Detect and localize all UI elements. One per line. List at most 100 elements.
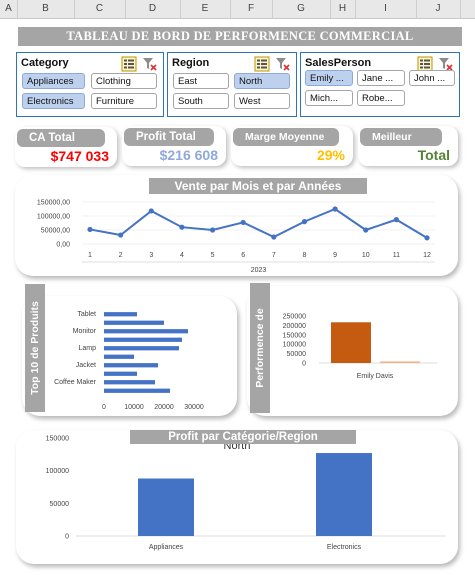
top10-chart-panel[interactable]: Tablet Monitor Lamp Jacket Coffee Maker 0 1000… xyxy=(22,284,237,416)
category-slicer[interactable]: Category Appliances Clothing Electronics… xyxy=(16,52,164,117)
top10-chart-title: Top 10 de Produits xyxy=(29,301,41,395)
top10-bar xyxy=(104,337,182,342)
column-header-d[interactable]: D xyxy=(125,0,181,18)
slicer-item-west[interactable]: West xyxy=(234,93,290,109)
perf-y-tick-label: 100000 xyxy=(283,342,306,349)
top10-bar xyxy=(104,329,188,334)
slicer-item-east[interactable]: East xyxy=(173,73,229,89)
kpi-profit-total-value: $216 608 xyxy=(159,147,218,163)
sales-line-chart-panel[interactable]: 0,00 50000,00 100000,00 150000,00 1 2 3 4 5 6 7 8 9 1… xyxy=(15,175,458,276)
profit-y-tick-label: 100000 xyxy=(46,468,69,475)
line-y-tick-label: 0,00 xyxy=(56,242,70,249)
top10-bar xyxy=(104,312,137,317)
line-point xyxy=(179,224,185,230)
line-x-tick-label: 2 xyxy=(119,252,123,259)
region-slicer[interactable]: Region East North South West xyxy=(167,52,297,117)
line-point xyxy=(424,235,430,241)
column-header-a[interactable]: A xyxy=(0,0,18,18)
column-header-h[interactable]: H xyxy=(330,0,356,18)
top10-bar xyxy=(104,320,164,325)
line-x-tick-label: 12 xyxy=(423,252,431,259)
column-header-b[interactable]: B xyxy=(17,0,75,18)
top10-chart-title-bar: Top 10 de Produits xyxy=(25,284,45,412)
kpi-meilleur: Meilleur Total xyxy=(358,126,458,166)
slicer-item-john[interactable]: John ... xyxy=(409,70,455,86)
top10-category-label: Coffee Maker xyxy=(54,379,97,386)
line-x-tick-label: 10 xyxy=(362,252,370,259)
line-x-tick-label: 8 xyxy=(303,252,307,259)
column-header-f[interactable]: F xyxy=(230,0,273,18)
perf-y-tick-label: 50000 xyxy=(287,351,307,358)
performance-bar-chart: 0 50000 100000 150000 200000 250000 Emily Davi… xyxy=(283,314,437,380)
line-point xyxy=(240,219,246,226)
salesperson-slicer-title: SalesPerson xyxy=(305,57,372,69)
line-x-tick-label: 3 xyxy=(149,252,153,259)
top10-category-label: Jacket xyxy=(76,362,96,369)
top10-bar-chart: Tablet Monitor Lamp Jacket Coffee Maker 0 1000… xyxy=(54,311,204,411)
column-header-e[interactable]: E xyxy=(180,0,231,18)
kpi-ca-total-value: $747 033 xyxy=(50,148,109,164)
slicer-item-michael[interactable]: Mich... xyxy=(305,90,353,106)
top10-x-tick-label: 0 xyxy=(102,404,106,411)
slicer-item-south[interactable]: South xyxy=(173,93,229,109)
salesperson-slicer[interactable]: SalesPerson Emily ... Jane ... John ... … xyxy=(300,52,460,117)
line-y-tick-label: 150000,00 xyxy=(37,200,70,207)
slicer-item-robert[interactable]: Robe... xyxy=(357,90,405,106)
slicer-item-electronics[interactable]: Electronics xyxy=(22,93,85,109)
profit-chart-panel[interactable]: North 0 50000 100000 150000 Appliances Electro… xyxy=(16,430,458,564)
top10-bar xyxy=(104,346,179,351)
sales-line-chart-title: Vente par Mois et par Années xyxy=(149,178,367,194)
kpi-marge: Marge Moyenne 29% xyxy=(231,126,353,166)
line-y-tick-label: 50000,00 xyxy=(41,228,70,235)
top10-x-tick-label: 20000 xyxy=(154,404,174,411)
profit-y-tick-label: 0 xyxy=(65,534,69,541)
line-y-tick-label: 100000,00 xyxy=(37,214,70,221)
kpi-marge-label: Marge Moyenne xyxy=(233,128,339,146)
profit-category-label: Appliances xyxy=(149,544,184,551)
top10-category-label: Monitor xyxy=(73,328,97,335)
kpi-marge-value: 29% xyxy=(316,147,345,163)
clear-filter-icon[interactable] xyxy=(274,56,290,72)
line-x-tick-label: 4 xyxy=(180,252,184,259)
profit-y-tick-label: 150000 xyxy=(46,436,69,443)
slicer-item-appliances[interactable]: Appliances xyxy=(22,73,85,89)
profit-category-label: Electronics xyxy=(327,544,362,551)
column-header-row: ABCDEFGHIJ xyxy=(0,0,475,19)
performance-chart-panel[interactable]: 0 50000 100000 150000 200000 250000 Emily Davi… xyxy=(247,283,458,416)
column-header-c[interactable]: C xyxy=(74,0,126,18)
clear-filter-icon[interactable] xyxy=(141,56,157,72)
multi-select-icon[interactable] xyxy=(121,56,137,72)
top10-bar xyxy=(104,363,158,368)
line-x-tick-label: 5 xyxy=(211,252,215,259)
slicer-item-furniture[interactable]: Furniture xyxy=(91,93,157,109)
line-point xyxy=(393,217,399,223)
column-header-g[interactable]: G xyxy=(272,0,331,18)
top10-category-label: Tablet xyxy=(77,311,96,318)
line-point xyxy=(363,227,369,233)
slicer-item-jane[interactable]: Jane ... xyxy=(357,70,405,86)
profit-bar-chart: North050000100000150000Appliances Electro… xyxy=(46,436,446,551)
line-series xyxy=(89,207,428,239)
slicer-item-north[interactable]: North xyxy=(234,73,290,89)
line-x-tick-label: 7 xyxy=(272,252,276,259)
dashboard-title: TABLEAU DE BORD DE PERFORMENCE COMMERCIA… xyxy=(18,27,462,46)
kpi-meilleur-value: Total xyxy=(417,147,450,163)
top10-x-tick-label: 30000 xyxy=(184,404,204,411)
column-header-j[interactable]: J xyxy=(416,0,461,18)
profit-bar xyxy=(316,453,372,536)
line-x-tick-label: 9 xyxy=(333,252,337,259)
kpi-ca-total-label: CA Total xyxy=(17,129,105,147)
column-header-i[interactable]: I xyxy=(355,0,417,18)
slicer-item-clothing[interactable]: Clothing xyxy=(91,73,157,89)
region-slicer-title: Region xyxy=(172,57,210,69)
line-x-tick-label: 11 xyxy=(393,252,400,259)
line-point xyxy=(148,208,154,214)
top10-bar xyxy=(104,371,137,376)
line-point xyxy=(301,219,308,225)
top10-x-tick-label: 10000 xyxy=(124,404,144,411)
line-group-label: 2023 xyxy=(251,267,267,274)
slicer-item-emily[interactable]: Emily ... xyxy=(305,70,353,86)
multi-select-icon[interactable] xyxy=(254,56,270,72)
profit-y-tick-label: 50000 xyxy=(50,501,70,508)
performance-chart-title-bar: Performence de xyxy=(250,283,270,413)
